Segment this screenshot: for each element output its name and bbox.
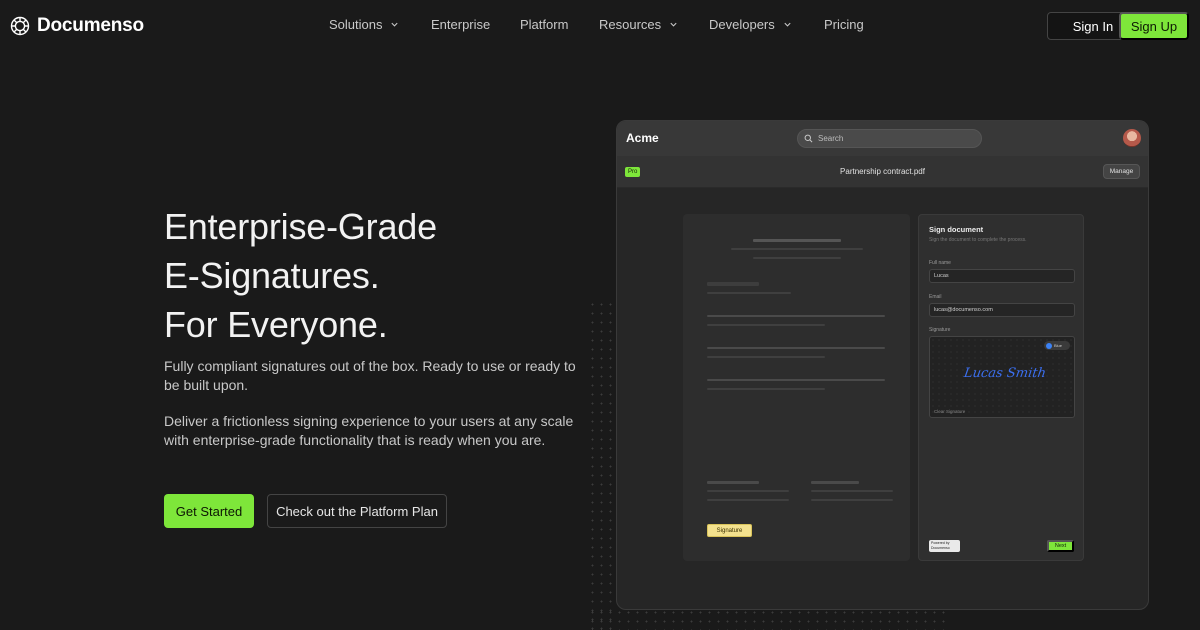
doc-text-line xyxy=(707,481,759,484)
search-icon xyxy=(804,134,813,143)
doc-text-line xyxy=(707,490,789,492)
signature-pad[interactable]: Blue Lucas Smith Clear Signature xyxy=(929,336,1075,418)
chevron-down-icon xyxy=(670,22,677,27)
email-field[interactable]: lucas@documenso.com xyxy=(929,303,1075,317)
signature-field[interactable]: Signature xyxy=(707,524,752,537)
color-swatch-icon xyxy=(1046,342,1052,349)
avatar[interactable] xyxy=(1123,129,1141,147)
doc-text-line xyxy=(707,315,885,317)
sign-document-panel: Sign document Sign the document to compl… xyxy=(918,214,1084,561)
app-header: Acme Search xyxy=(617,121,1148,156)
next-button[interactable]: Next xyxy=(1047,540,1074,552)
nav-label: Enterprise xyxy=(431,17,491,32)
nav-item-developers[interactable]: Developers xyxy=(709,17,792,32)
documenso-logo-icon xyxy=(10,16,30,36)
get-started-button[interactable]: Get Started xyxy=(164,494,254,528)
full-name-label: Full name xyxy=(929,260,951,266)
doc-text-line xyxy=(753,239,841,242)
hero-title-line: For Everyone. xyxy=(164,304,388,345)
hero-title: Enterprise-Grade E-Signatures. For Every… xyxy=(164,202,437,349)
email-label: Email xyxy=(929,294,942,300)
hero-description: Fully compliant signatures out of the bo… xyxy=(164,358,576,393)
doc-text-line xyxy=(811,490,893,492)
full-name-field[interactable]: Lucas xyxy=(929,269,1075,283)
top-nav: Documenso Solutions Enterprise Platform … xyxy=(0,0,1200,52)
nav-label: Developers xyxy=(709,17,775,32)
hero-title-line: Enterprise-Grade xyxy=(164,206,437,247)
doc-text-line xyxy=(731,248,863,250)
panel-subtitle: Sign the document to complete the proces… xyxy=(929,237,1027,243)
manage-button[interactable]: Manage xyxy=(1103,164,1140,179)
nav-item-pricing[interactable]: Pricing xyxy=(824,17,864,32)
hero-description-secondary: Deliver a frictionless signing experienc… xyxy=(164,413,574,448)
doc-text-line xyxy=(707,324,825,326)
powered-by-badge[interactable]: Powered by Documenso xyxy=(929,540,960,552)
clear-signature-button[interactable]: Clear Signature xyxy=(934,409,965,414)
panel-title: Sign document xyxy=(929,225,984,234)
doc-text-line xyxy=(811,481,859,484)
app-brand-name: Acme xyxy=(626,131,659,145)
doc-text-line xyxy=(707,379,885,381)
app-search-input[interactable]: Search xyxy=(797,129,982,148)
document-page: Signature xyxy=(683,214,910,561)
ink-color-label: Blue xyxy=(1054,343,1063,348)
chevron-down-icon xyxy=(391,22,399,27)
chevron-down-icon xyxy=(784,22,791,27)
nav-label: Solutions xyxy=(329,17,383,32)
doc-text-line xyxy=(707,292,791,294)
app-preview-window: Acme Search Pro Partnership contract.pdf… xyxy=(616,120,1149,610)
nav-item-enterprise[interactable]: Enterprise xyxy=(431,17,490,32)
doc-text-line xyxy=(753,257,841,259)
dot-grid-decoration xyxy=(588,608,948,630)
doc-text-line xyxy=(707,499,789,501)
dot-grid-decoration xyxy=(588,300,618,630)
nav-item-resources[interactable]: Resources xyxy=(599,17,678,32)
brand-logo[interactable]: Documenso xyxy=(10,15,144,37)
ink-color-select[interactable]: Blue xyxy=(1044,341,1070,350)
nav-label: Resources xyxy=(599,17,662,32)
brand-name: Documenso xyxy=(37,15,144,36)
doc-text-line xyxy=(707,388,825,390)
search-placeholder: Search xyxy=(818,134,844,143)
doc-text-line xyxy=(707,282,759,286)
nav-label: Pricing xyxy=(824,17,864,32)
doc-text-line xyxy=(811,499,893,501)
sign-up-button[interactable]: Sign Up xyxy=(1119,12,1189,40)
doc-text-line xyxy=(707,356,825,358)
hero-title-line: E-Signatures. xyxy=(164,255,380,296)
nav-item-solutions[interactable]: Solutions xyxy=(329,17,399,32)
drawn-signature: Lucas Smith xyxy=(962,366,1047,381)
document-toolbar: Pro Partnership contract.pdf Manage xyxy=(617,156,1148,188)
nav-label: Platform xyxy=(520,17,569,32)
doc-text-line xyxy=(707,347,885,349)
document-title: Partnership contract.pdf xyxy=(840,167,925,176)
platform-plan-button[interactable]: Check out the Platform Plan xyxy=(267,494,447,528)
nav-item-platform[interactable]: Platform xyxy=(520,17,568,32)
signature-label: Signature xyxy=(929,327,951,333)
